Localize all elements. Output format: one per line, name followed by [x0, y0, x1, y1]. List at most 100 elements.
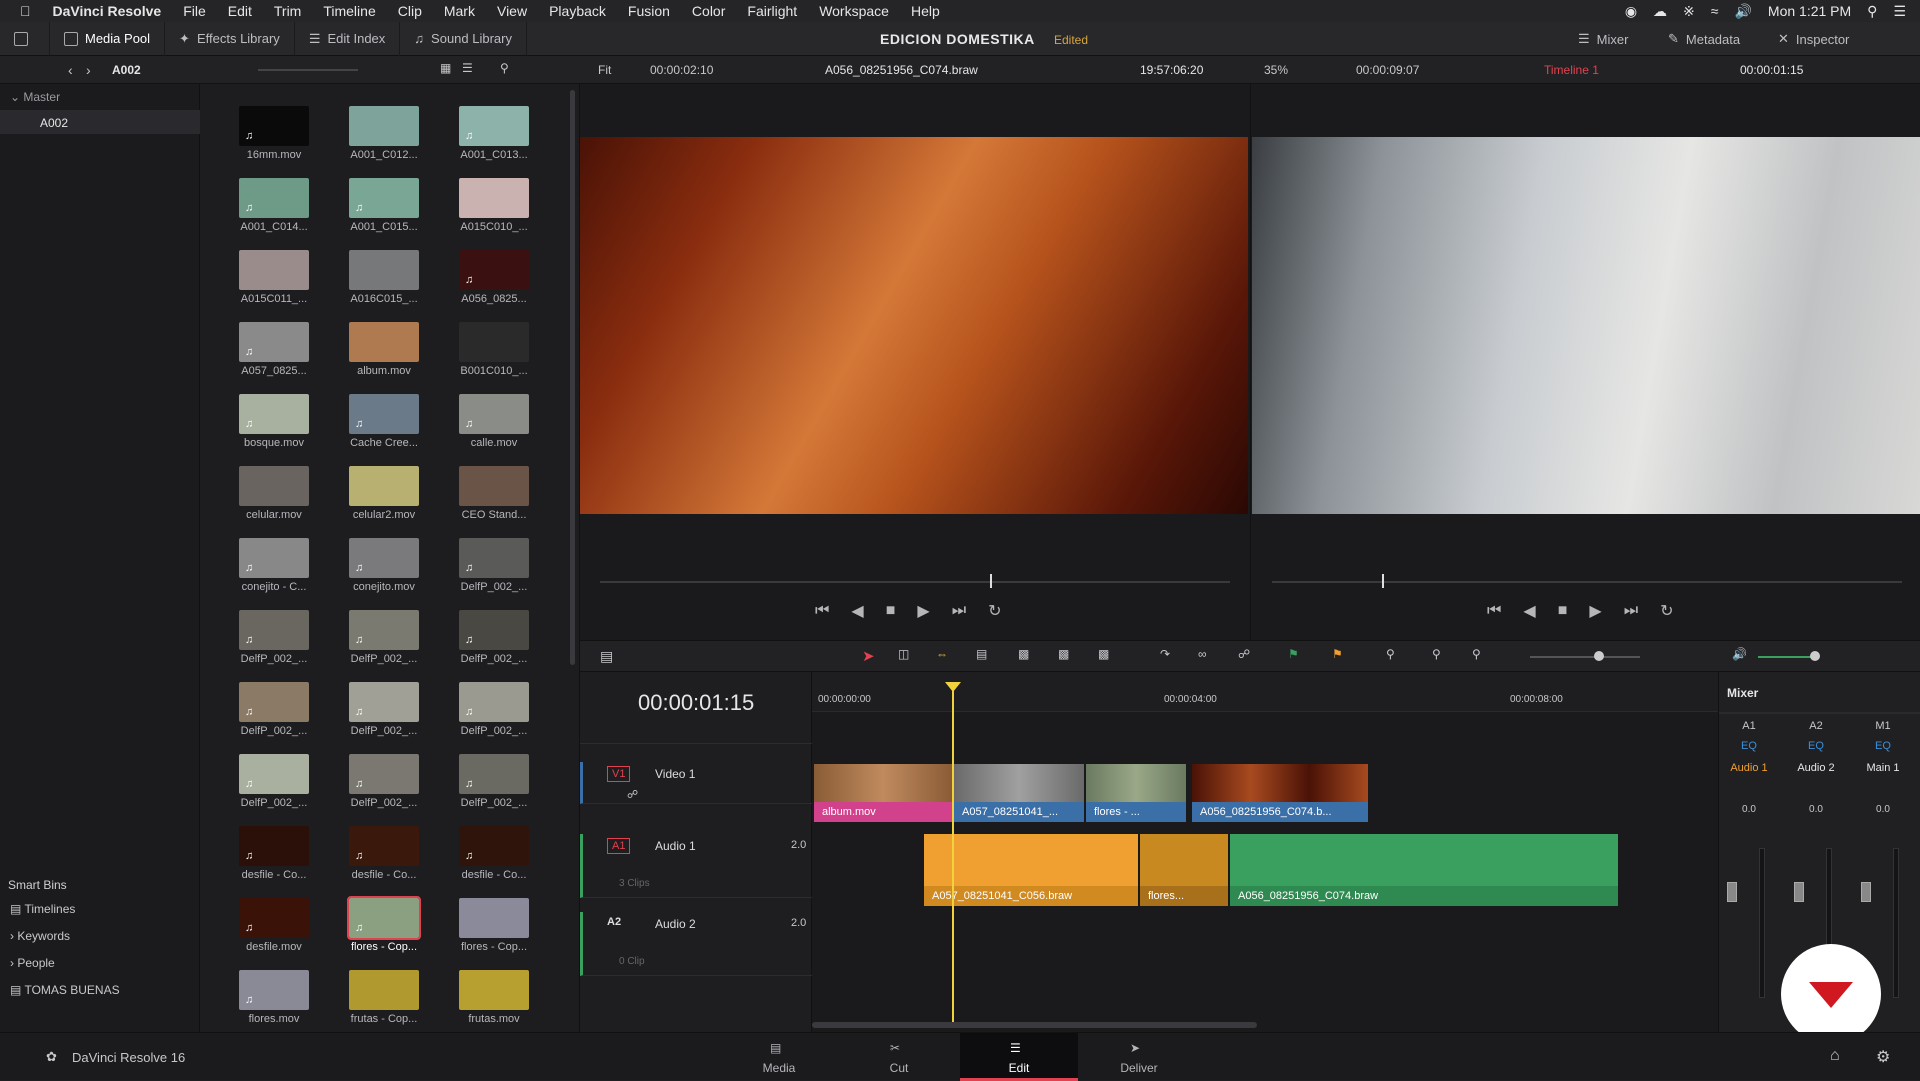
cloud-icon[interactable]: ☁: [1653, 3, 1667, 20]
clip-thumbnail[interactable]: ♫: [239, 682, 309, 722]
audio-waveform[interactable]: [1140, 834, 1228, 886]
clip-thumbnail[interactable]: [349, 466, 419, 506]
search-icon[interactable]: ⚲: [500, 61, 509, 75]
clip-thumbnail[interactable]: [349, 970, 419, 1010]
clip-thumbnail[interactable]: ♫: [459, 826, 529, 866]
clip-thumbnail[interactable]: [459, 970, 529, 1010]
media-pool-clip[interactable]: ♫ conejito - C...: [224, 538, 324, 608]
timeline-name[interactable]: Timeline 1: [1544, 63, 1599, 77]
media-pool-clip[interactable]: ♫ flores - Cop...: [334, 896, 434, 968]
mixer-button[interactable]: ☰ Mixer: [1578, 22, 1628, 56]
media-pool-clip[interactable]: A015C011_...: [224, 250, 324, 320]
video-clip-thumbs[interactable]: [1192, 764, 1368, 802]
zoom-full-icon[interactable]: ⚲: [1386, 647, 1395, 661]
track-name[interactable]: Audio 2: [655, 917, 696, 931]
media-pool-clip[interactable]: ♫ DelfP_002_...: [444, 538, 544, 608]
zoom-slider-handle[interactable]: [1594, 651, 1604, 661]
clip-thumbnail[interactable]: ♫: [459, 754, 529, 794]
volume-icon[interactable]: 🔊: [1734, 3, 1751, 20]
blade-tool-icon[interactable]: ▤: [976, 647, 987, 661]
media-pool-clip[interactable]: ♫ A056_0825...: [444, 250, 544, 320]
source-scrubber[interactable]: [600, 581, 1230, 583]
fader-knob[interactable]: [1861, 882, 1871, 902]
eq-button[interactable]: EQ: [1786, 740, 1846, 752]
media-pool-clip[interactable]: ♫ desfile - Co...: [224, 826, 324, 896]
audio-clip[interactable]: flores...: [1140, 886, 1228, 906]
media-pool-clip[interactable]: ♫ A001_C015...: [334, 178, 434, 248]
timeline[interactable]: 00:00:00:00 00:00:04:00 00:00:08:00 albu…: [812, 672, 1718, 1032]
clip-thumbnail[interactable]: ♫: [349, 826, 419, 866]
media-pool-clip[interactable]: ♫ Cache Cree...: [334, 394, 434, 464]
video-clip[interactable]: album.mov: [814, 802, 952, 822]
eq-button[interactable]: EQ: [1853, 740, 1913, 752]
media-pool-clip[interactable]: album.mov: [334, 322, 434, 392]
link-icon[interactable]: ∞: [1198, 647, 1207, 661]
clip-thumbnail[interactable]: [349, 322, 419, 362]
list-view-icon[interactable]: ☰: [462, 61, 473, 75]
menu-mark[interactable]: Mark: [444, 3, 475, 19]
media-pool-clip[interactable]: ♫ desfile.mov: [224, 898, 324, 968]
video-clip-thumbs[interactable]: [954, 764, 1084, 802]
smart-bin-tomas[interactable]: ▤ TOMAS BUENAS: [10, 983, 120, 997]
source-playhead[interactable]: [990, 574, 992, 588]
thumbnail-size-slider[interactable]: [258, 69, 358, 71]
playhead-handle[interactable]: [945, 682, 961, 692]
nav-back-icon[interactable]: ‹: [68, 62, 73, 78]
media-pool-clip[interactable]: ♫ A001_C014...: [224, 178, 324, 248]
media-pool-clip[interactable]: ♫ desfile - Co...: [444, 826, 544, 896]
src-clip-name[interactable]: A056_08251956_C074.braw: [825, 63, 978, 77]
track-a2[interactable]: A2 Audio 2 2.0 0 Clip: [580, 912, 812, 976]
page-cut[interactable]: ✂ Cut: [840, 1033, 958, 1081]
clip-thumbnail[interactable]: ♫: [239, 898, 309, 938]
menu-workspace[interactable]: Workspace: [819, 3, 889, 19]
insert-clip-icon[interactable]: ▩: [1018, 647, 1029, 661]
audio-clip[interactable]: A057_08251041_C056.braw: [924, 886, 1138, 906]
loop-icon[interactable]: ↻: [988, 601, 1001, 621]
home-icon[interactable]: ⌂: [1830, 1047, 1840, 1065]
master-bin[interactable]: ⌄ Master: [10, 90, 60, 104]
clip-thumbnail[interactable]: ♫: [239, 538, 309, 578]
clip-thumbnail[interactable]: ♫: [459, 250, 529, 290]
media-pool-clip[interactable]: B001C010_...: [444, 322, 544, 392]
media-pool-button[interactable]: Media Pool: [50, 21, 166, 56]
track-v1[interactable]: V1 Video 1 ☍: [580, 762, 812, 804]
clip-thumbnail[interactable]: ♫: [349, 682, 419, 722]
clip-thumbnail[interactable]: ♫: [349, 538, 419, 578]
fader-track[interactable]: [1759, 848, 1765, 998]
smart-bin-keywords[interactable]: › Keywords: [10, 929, 70, 943]
audio-waveform[interactable]: [1230, 834, 1618, 886]
menu-edit[interactable]: Edit: [228, 3, 252, 19]
smart-bin-timelines[interactable]: ▤ Timelines: [10, 902, 75, 916]
menu-help[interactable]: Help: [911, 3, 940, 19]
edit-index-button[interactable]: ☰ Edit Index: [295, 21, 401, 56]
play-icon[interactable]: ▶: [917, 601, 929, 621]
control-center-icon[interactable]: ☰: [1893, 3, 1906, 20]
menu-timeline[interactable]: Timeline: [323, 3, 375, 19]
media-pool-clip[interactable]: ♫ DelfP_002_...: [224, 754, 324, 824]
clip-thumbnail[interactable]: ♫: [239, 610, 309, 650]
clip-thumbnail[interactable]: ♫: [239, 178, 309, 218]
eq-button[interactable]: EQ: [1719, 740, 1779, 752]
stop-icon[interactable]: ■: [1558, 602, 1568, 620]
snapping-icon[interactable]: ↷: [1160, 647, 1170, 661]
menu-clip[interactable]: Clip: [398, 3, 422, 19]
clip-thumbnail[interactable]: ♫: [459, 538, 529, 578]
volume-slider-handle[interactable]: [1810, 651, 1820, 661]
menu-view[interactable]: View: [497, 3, 527, 19]
selection-tool-icon[interactable]: ➤: [862, 647, 875, 665]
video-clip[interactable]: A057_08251041_...: [954, 802, 1084, 822]
source-viewer[interactable]: [580, 137, 1248, 514]
track-name[interactable]: Video 1: [655, 767, 695, 781]
clip-thumbnail[interactable]: [459, 178, 529, 218]
search-icon[interactable]: ⚲: [1867, 3, 1877, 20]
menu-playback[interactable]: Playback: [549, 3, 606, 19]
sound-library-button[interactable]: ♫ Sound Library: [400, 21, 527, 56]
video-clip[interactable]: A056_08251956_C074.b...: [1192, 802, 1368, 822]
timeline-ruler[interactable]: [812, 672, 1718, 712]
dynamic-trim-icon[interactable]: ⇔: [936, 647, 948, 661]
smart-bin-people[interactable]: › People: [10, 956, 55, 970]
skip-back-icon[interactable]: ⏮: [1487, 602, 1501, 620]
clip-thumbnail[interactable]: ♫: [349, 754, 419, 794]
play-icon[interactable]: ▶: [1589, 601, 1601, 621]
media-pool-clip[interactable]: celular2.mov: [334, 466, 434, 536]
